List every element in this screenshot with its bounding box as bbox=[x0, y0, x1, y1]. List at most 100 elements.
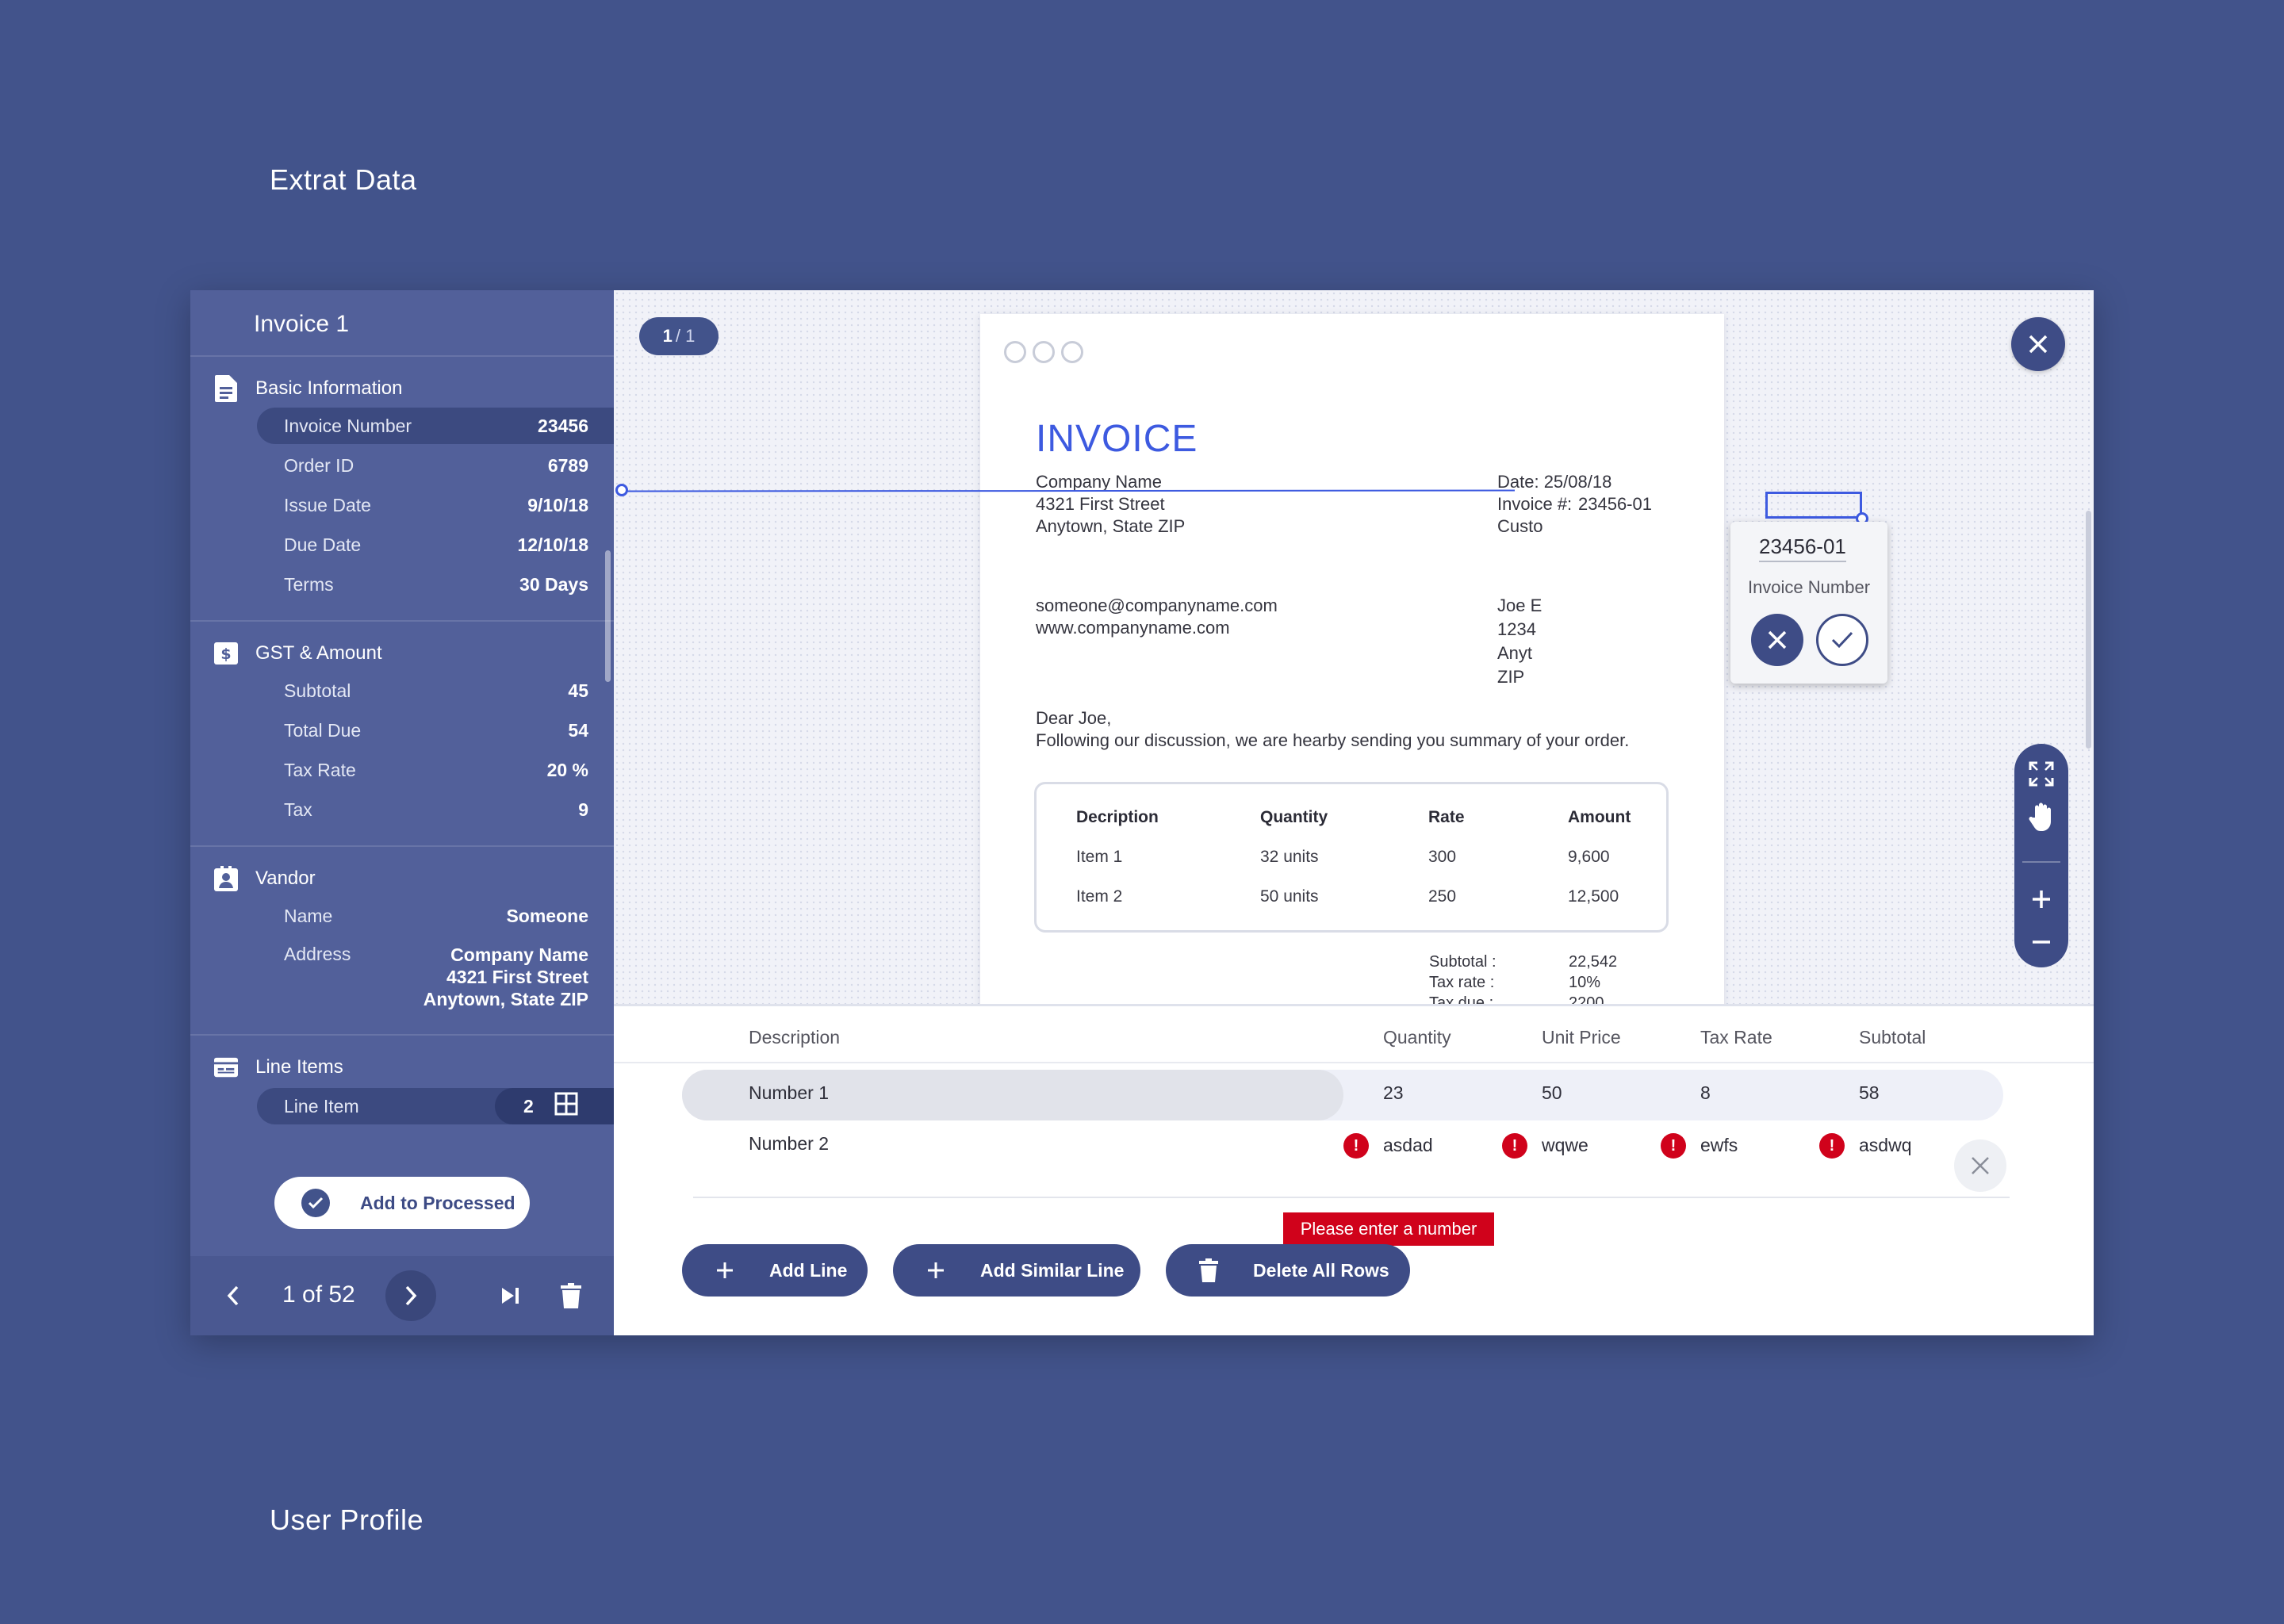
selection-box[interactable] bbox=[1765, 492, 1862, 519]
plus-icon bbox=[920, 1254, 952, 1286]
popover-cancel-button[interactable] bbox=[1751, 614, 1803, 666]
invoice-title: Invoice 1 bbox=[254, 311, 350, 337]
field-vendor-address[interactable]: Address Company Name 4321 First Street A… bbox=[257, 939, 614, 1010]
table-grid-icon[interactable] bbox=[554, 1092, 578, 1120]
doc-recipient-line: 1234 bbox=[1497, 619, 1536, 639]
sidebar-scrollbar[interactable] bbox=[605, 550, 611, 682]
cell-subtotal[interactable]: asdwq bbox=[1859, 1135, 1911, 1156]
error-icon: ! bbox=[1819, 1133, 1845, 1159]
field-issue-date[interactable]: Issue Date 9/10/18 bbox=[257, 487, 614, 523]
close-icon bbox=[1972, 1157, 1989, 1174]
group-header-gst-amount[interactable]: $ GST & Amount bbox=[214, 639, 382, 668]
field-due-date[interactable]: Due Date 12/10/18 bbox=[257, 527, 614, 563]
field-label: Subtotal bbox=[284, 680, 351, 701]
popover-confirm-button[interactable] bbox=[1816, 614, 1868, 666]
group-header-basic-information[interactable]: Basic Information bbox=[214, 374, 402, 403]
field-value: 20 % bbox=[546, 759, 588, 780]
field-value: 9/10/18 bbox=[527, 494, 588, 515]
field-terms[interactable]: Terms 30 Days bbox=[257, 566, 614, 603]
section-title-user-profile: User Profile bbox=[270, 1503, 424, 1536]
add-to-processed-button[interactable]: Add to Processed bbox=[274, 1177, 530, 1229]
field-vendor-name[interactable]: Name Someone bbox=[257, 898, 614, 934]
next-button[interactable] bbox=[385, 1270, 436, 1321]
cell-quantity[interactable]: 23 bbox=[1383, 1082, 1404, 1104]
cell-quantity[interactable]: asdad bbox=[1383, 1135, 1433, 1156]
field-edit-popover: 23456-01 Invoice Number bbox=[1730, 522, 1887, 684]
add-line-button[interactable]: Add Line bbox=[682, 1244, 868, 1297]
doc-website: www.companyname.com bbox=[1036, 618, 1230, 638]
group-header-vendor[interactable]: Vandor bbox=[214, 864, 316, 893]
cell-description[interactable]: Number 1 bbox=[749, 1082, 829, 1104]
zoom-out-icon[interactable] bbox=[2014, 921, 2068, 963]
line-item-count-badge[interactable]: 2 bbox=[495, 1088, 614, 1124]
page-counter: 1 of 52 bbox=[282, 1281, 355, 1308]
extract-data-window: Invoice 1 Basic Information Invoice Numb… bbox=[190, 290, 2094, 1335]
delete-row-button[interactable] bbox=[1954, 1139, 2006, 1192]
contact-card-icon bbox=[214, 865, 238, 892]
window-dots bbox=[1004, 341, 1090, 363]
field-invoice-number[interactable]: Invoice Number 23456 bbox=[257, 408, 614, 444]
field-total-due[interactable]: Total Due 54 bbox=[257, 712, 614, 749]
field-tax-rate[interactable]: Tax Rate 20 % bbox=[257, 752, 614, 788]
doc-total-value: 10% bbox=[1569, 974, 1601, 991]
field-value: Company Name 4321 First Street Anytown, … bbox=[423, 944, 588, 1010]
close-viewer-button[interactable] bbox=[2011, 317, 2065, 371]
document-icon bbox=[214, 375, 238, 402]
error-icon: ! bbox=[1502, 1133, 1527, 1159]
doc-company-city: Anytown, State ZIP bbox=[1036, 516, 1186, 536]
field-value: 9 bbox=[578, 799, 588, 820]
doc-total-value: 2200 bbox=[1569, 994, 1604, 1004]
field-value: 23456 bbox=[538, 415, 588, 436]
page-total: / 1 bbox=[675, 326, 696, 346]
doc-invoice-value[interactable]: 23456-01 bbox=[1578, 493, 1652, 515]
error-icon: ! bbox=[1343, 1133, 1369, 1159]
zoom-in-icon[interactable] bbox=[2014, 879, 2068, 920]
field-label: Invoice Number bbox=[284, 415, 412, 436]
skip-to-last-icon[interactable] bbox=[495, 1280, 527, 1312]
divider bbox=[190, 845, 614, 847]
field-tax[interactable]: Tax 9 bbox=[257, 791, 614, 828]
column-header-tax-rate: Tax Rate bbox=[1700, 1027, 1772, 1048]
section-title-extract-data: Extrat Data bbox=[270, 163, 417, 196]
field-label: Due Date bbox=[284, 534, 362, 555]
table-row[interactable] bbox=[682, 1070, 2003, 1120]
doc-invoice-label: Invoice #: bbox=[1497, 494, 1573, 514]
doc-company-street: 4321 First Street bbox=[1036, 494, 1165, 514]
doc-total-label: Tax due : bbox=[1429, 994, 1494, 1004]
address-line: Company Name bbox=[450, 944, 588, 965]
cell-tax-rate[interactable]: 8 bbox=[1700, 1082, 1711, 1104]
viewer-scrollbar[interactable] bbox=[2086, 511, 2091, 749]
fullscreen-icon[interactable] bbox=[2014, 753, 2068, 795]
field-label: Tax Rate bbox=[284, 759, 356, 780]
cell-unit-price[interactable]: wqwe bbox=[1542, 1135, 1588, 1156]
pan-hand-icon[interactable] bbox=[2014, 796, 2068, 837]
line-item-count: 2 bbox=[523, 1095, 534, 1116]
field-subtotal[interactable]: Subtotal 45 bbox=[257, 672, 614, 709]
toolbar-divider bbox=[2022, 861, 2060, 863]
doc-table-header: Rate bbox=[1428, 808, 1465, 826]
doc-table-cell: Item 2 bbox=[1076, 887, 1123, 906]
delete-all-rows-button[interactable]: Delete All Rows bbox=[1166, 1244, 1410, 1297]
group-label: Basic Information bbox=[255, 377, 403, 399]
cell-tax-rate[interactable]: ewfs bbox=[1700, 1135, 1738, 1156]
column-header-unit-price: Unit Price bbox=[1542, 1027, 1621, 1048]
field-order-id[interactable]: Order ID 6789 bbox=[257, 447, 614, 484]
cell-description[interactable]: Number 2 bbox=[749, 1133, 829, 1155]
doc-greeting: Dear Joe, bbox=[1036, 708, 1112, 728]
cell-subtotal[interactable]: 58 bbox=[1859, 1082, 1880, 1104]
address-line: Anytown, State ZIP bbox=[423, 989, 588, 1009]
add-similar-line-button[interactable]: Add Similar Line bbox=[893, 1244, 1140, 1297]
popover-value-input[interactable]: 23456-01 bbox=[1759, 534, 1846, 562]
trash-icon[interactable] bbox=[555, 1278, 587, 1313]
row-divider bbox=[693, 1197, 2010, 1198]
group-header-line-items[interactable]: Line Items bbox=[214, 1053, 343, 1082]
field-link-anchor[interactable] bbox=[615, 484, 628, 496]
group-label: GST & Amount bbox=[255, 642, 382, 664]
doc-table-cell: 32 units bbox=[1260, 848, 1319, 866]
dollar-icon: $ bbox=[214, 640, 238, 667]
field-label: Address bbox=[284, 944, 351, 964]
previous-icon[interactable] bbox=[217, 1280, 249, 1312]
document-viewer[interactable]: 1 / 1 INVOICE Company Name 4321 First St… bbox=[614, 290, 2094, 1004]
field-value: 30 Days bbox=[519, 573, 588, 595]
cell-unit-price[interactable]: 50 bbox=[1542, 1082, 1562, 1104]
